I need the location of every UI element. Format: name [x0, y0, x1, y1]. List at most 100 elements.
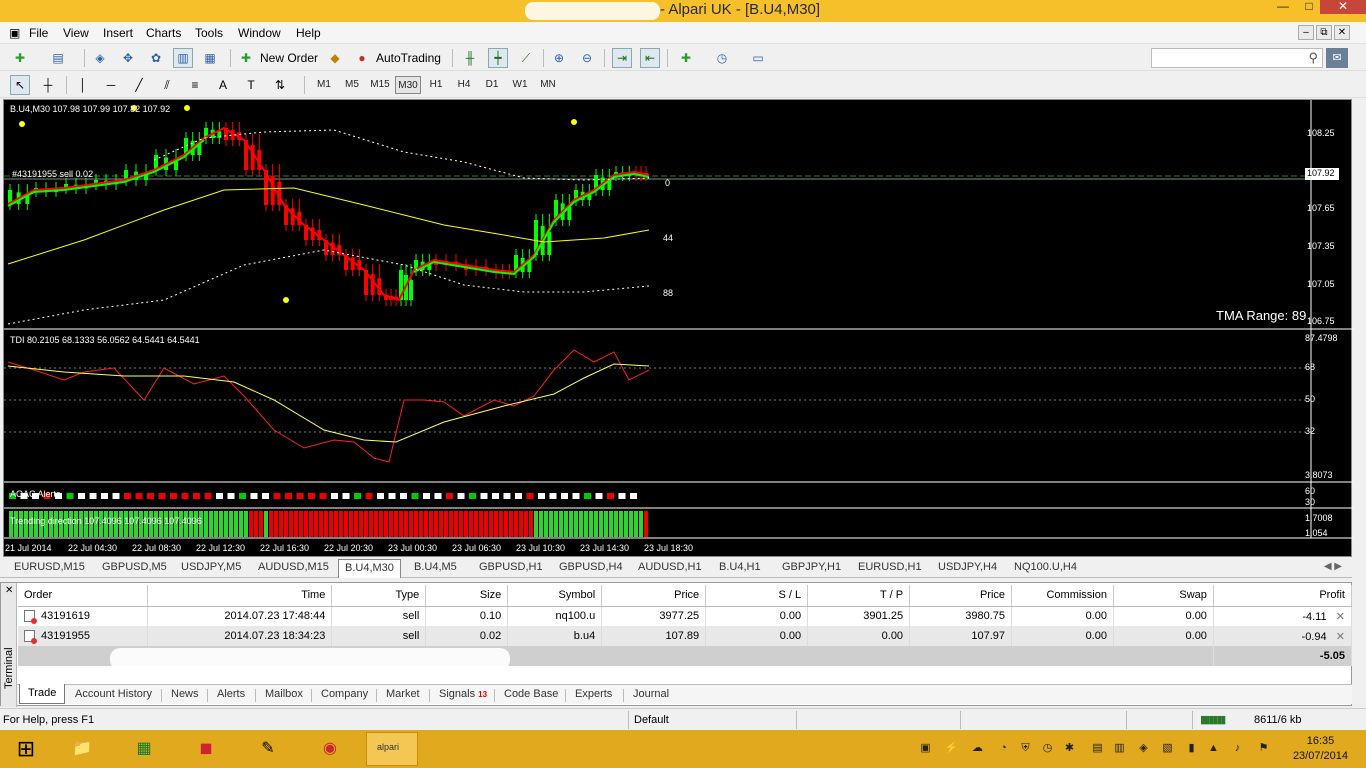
terminal-tab-market[interactable]: Market: [386, 688, 420, 700]
chart-tab-active[interactable]: B.U4,M30: [338, 559, 401, 578]
chart-tab[interactable]: USDJPY,H4: [938, 561, 997, 573]
column-header-tp[interactable]: T / P: [807, 585, 911, 607]
search-input[interactable]: ⚲: [1151, 48, 1323, 68]
bluetooth-icon[interactable]: ✱: [1062, 741, 1077, 756]
navigator-icon[interactable]: ✿: [146, 48, 166, 68]
column-header-time[interactable]: Time: [147, 585, 333, 607]
timeframe-h1[interactable]: H1: [423, 76, 449, 94]
strategy-tester-icon[interactable]: ▦: [200, 48, 220, 68]
terminal-icon[interactable]: ▥: [173, 48, 193, 68]
clock-app-icon[interactable]: ◷: [1040, 741, 1055, 756]
metaeditor-icon[interactable]: ◆: [325, 48, 345, 68]
paint-icon[interactable]: ✎: [242, 732, 294, 766]
minimize-button[interactable]: —: [1270, 0, 1296, 14]
timeframe-m30[interactable]: M30: [395, 76, 421, 94]
menu-view[interactable]: View: [63, 26, 89, 40]
alpari-taskbar-button[interactable]: alpari: [366, 732, 418, 766]
column-header-profit[interactable]: Profit: [1213, 585, 1353, 607]
chart-tab[interactable]: AUDUSD,H1: [638, 561, 702, 573]
mdi-close-button[interactable]: ✕: [1334, 25, 1350, 40]
firefox-icon[interactable]: ◉: [304, 732, 356, 766]
market-watch-icon[interactable]: ◈: [90, 48, 110, 68]
column-header-symbol[interactable]: Symbol: [507, 585, 603, 607]
periods-icon[interactable]: ◷: [712, 48, 732, 68]
network-icon[interactable]: ▲: [1206, 741, 1221, 756]
horizontal-line-icon[interactable]: ─: [101, 75, 121, 95]
candlestick-icon[interactable]: ┿: [488, 48, 508, 68]
cloud-icon[interactable]: ☁: [970, 741, 985, 756]
tray-icon[interactable]: ▤: [1090, 741, 1105, 756]
menu-file[interactable]: File: [29, 26, 48, 40]
column-header-commission[interactable]: Commission: [1011, 585, 1114, 607]
chart-tab[interactable]: GBPJPY,H1: [782, 561, 841, 573]
battery-icon[interactable]: ▮: [1184, 741, 1199, 756]
chart-tab[interactable]: NQ100.U,H4: [1014, 561, 1077, 573]
terminal-tab-signals[interactable]: Signals 13: [439, 688, 487, 700]
autotrading-icon[interactable]: ●: [352, 48, 372, 68]
text-icon[interactable]: A: [213, 75, 233, 95]
terminal-tab-trade[interactable]: Trade: [19, 684, 66, 704]
terminal-tab-experts[interactable]: Experts: [575, 688, 612, 700]
table-row[interactable]: 43191955 2014.07.23 18:34:23 sell 0.02 b…: [18, 626, 1353, 646]
new-order-button[interactable]: New Order: [260, 51, 318, 65]
templates-icon[interactable]: ▭: [748, 48, 768, 68]
bar-chart-icon[interactable]: ╫: [460, 48, 480, 68]
profiles-icon[interactable]: ▤: [48, 48, 68, 68]
timeframe-h4[interactable]: H4: [451, 76, 477, 94]
fibonacci-icon[interactable]: ≡: [185, 75, 205, 95]
terminal-tab-company[interactable]: Company: [321, 688, 368, 700]
menu-charts[interactable]: Charts: [146, 26, 181, 40]
autotrading-button[interactable]: AutoTrading: [376, 51, 441, 65]
search-icon[interactable]: ⚲: [1308, 50, 1318, 66]
shield-icon[interactable]: ⛨: [1018, 741, 1033, 756]
tray-icon[interactable]: ▥: [1112, 741, 1127, 756]
zoom-in-icon[interactable]: ⊕: [549, 48, 569, 68]
line-chart-icon[interactable]: ⟋: [516, 48, 536, 68]
menu-window[interactable]: Window: [238, 26, 281, 40]
flag-icon[interactable]: ⚑: [1256, 741, 1271, 756]
terminal-tab-account-history[interactable]: Account History: [75, 688, 152, 700]
column-header-current-price[interactable]: Price: [909, 585, 1013, 607]
indicators-icon[interactable]: ✚: [676, 48, 696, 68]
menu-help[interactable]: Help: [296, 26, 321, 40]
timeframe-w1[interactable]: W1: [507, 76, 533, 94]
close-order-icon[interactable]: ✕: [1336, 611, 1345, 623]
mdi-minimize-button[interactable]: –: [1298, 25, 1314, 40]
new-chart-icon[interactable]: ✚: [10, 48, 30, 68]
close-order-icon[interactable]: ✕: [1336, 631, 1345, 643]
vertical-line-icon[interactable]: │: [73, 75, 93, 95]
tray-icon[interactable]: ◈: [1136, 741, 1151, 756]
cursor-icon[interactable]: ↖: [10, 75, 30, 95]
terminal-tab-journal[interactable]: Journal: [633, 688, 669, 700]
chart-tab[interactable]: GBPUSD,H1: [479, 561, 543, 573]
timeframe-d1[interactable]: D1: [479, 76, 505, 94]
crosshair-icon[interactable]: ┼: [38, 75, 58, 95]
timeframe-m15[interactable]: M15: [367, 76, 393, 94]
terminal-tab-mailbox[interactable]: Mailbox: [265, 688, 303, 700]
terminal-tab-code-base[interactable]: Code Base: [504, 688, 558, 700]
messages-icon[interactable]: ✉: [1326, 48, 1348, 68]
price-chart[interactable]: [4, 100, 1353, 558]
column-header-type[interactable]: Type: [331, 585, 427, 607]
column-header-sl[interactable]: S / L: [705, 585, 809, 607]
tray-icon[interactable]: ▣: [918, 741, 933, 756]
menu-insert[interactable]: Insert: [103, 26, 133, 40]
column-header-price[interactable]: Price: [601, 585, 707, 607]
data-window-icon[interactable]: ✥: [118, 48, 138, 68]
chart-tab[interactable]: EURUSD,H1: [858, 561, 922, 573]
close-button[interactable]: ✕: [1320, 0, 1366, 14]
chart-tab[interactable]: AUDUSD,M15: [258, 561, 329, 573]
chart-tab[interactable]: EURUSD,M15: [14, 561, 85, 573]
table-row[interactable]: 43191619 2014.07.23 17:48:44 sell 0.10 n…: [18, 606, 1353, 626]
store-icon[interactable]: ▦: [118, 732, 170, 766]
terminal-tab-alerts[interactable]: Alerts: [217, 688, 245, 700]
timeframe-m5[interactable]: M5: [339, 76, 365, 94]
system-clock[interactable]: 16:35 23/07/2014: [1293, 734, 1348, 764]
chart-window[interactable]: B.U4,M30 107.98 107.99 107.82 107.92 #43…: [3, 99, 1353, 558]
arrows-icon[interactable]: ⇅: [270, 75, 290, 95]
tray-icon[interactable]: ⚡: [944, 741, 959, 756]
zoom-out-icon[interactable]: ⊖: [577, 48, 597, 68]
chart-tab[interactable]: B.U4,H1: [719, 561, 761, 573]
trendline-icon[interactable]: ╱: [129, 75, 149, 95]
menu-tools[interactable]: Tools: [195, 26, 223, 40]
